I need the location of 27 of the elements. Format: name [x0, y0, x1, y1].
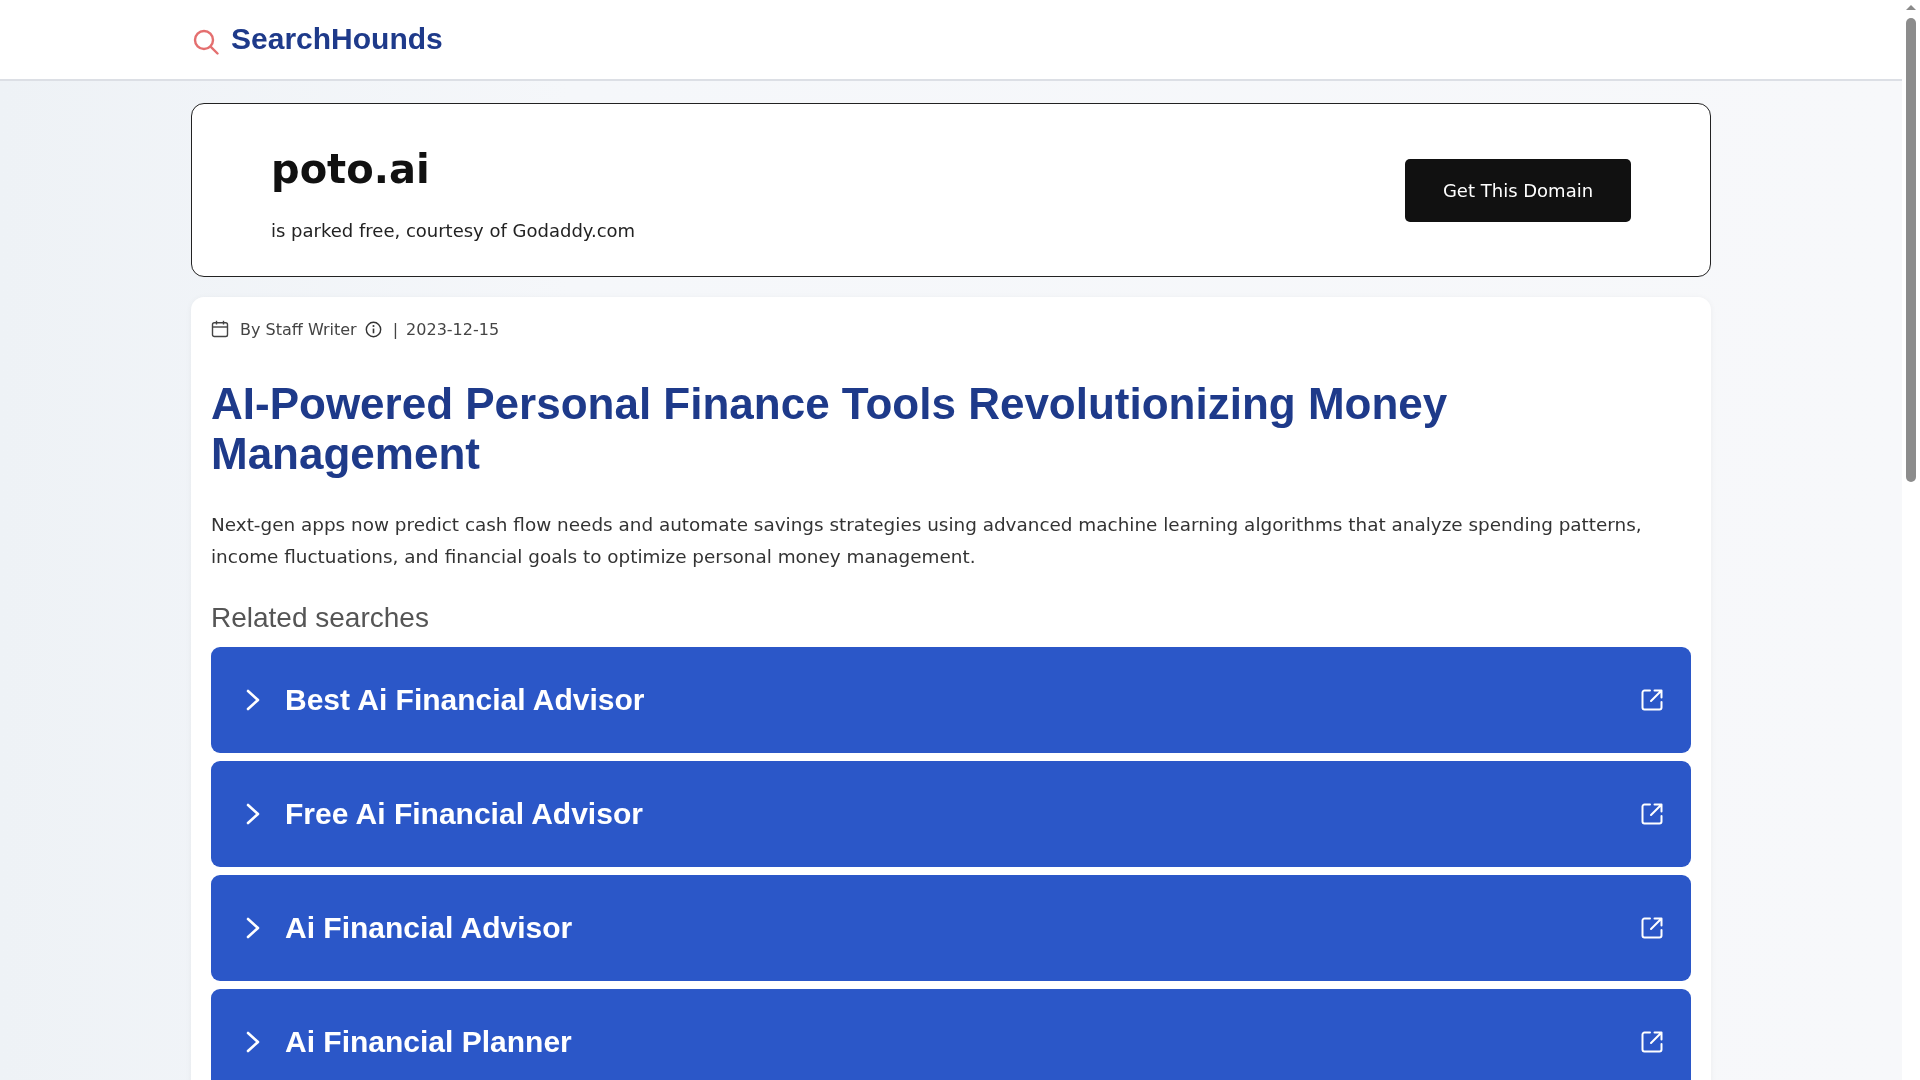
- publish-date: 2023-12-15: [406, 319, 500, 339]
- related-search-link[interactable]: Free Ai Financial Advisor: [211, 761, 1691, 867]
- external-link-icon: [1640, 1030, 1664, 1054]
- author-name: By Staff Writer: [240, 319, 357, 339]
- external-link-icon: [1640, 802, 1664, 826]
- scrollbar-thumb[interactable]: [1906, 18, 1916, 482]
- chevron-right-icon: [246, 1031, 260, 1053]
- external-link-icon: [1640, 688, 1664, 712]
- article-summary: Next-gen apps now predict cash flow needs and automate savings strategies using advanced machine learning algorithms that analyze spending patterns, income fluctuations, and financial goals to optimize personal money management.: [211, 513, 1643, 569]
- info-icon: [364, 320, 382, 338]
- external-link-icon: [1640, 916, 1664, 940]
- get-domain-button[interactable]: Get This Domain: [1405, 158, 1631, 222]
- article-title: AI-Powered Personal Finance Tools Revolutionizing Money Management: [211, 379, 1449, 479]
- scroll-up-icon[interactable]: [1906, 5, 1916, 10]
- chevron-right-icon: [246, 917, 260, 939]
- chevron-right-icon: [246, 689, 260, 711]
- domain-name: poto.ai: [271, 144, 430, 194]
- search-icon: [193, 28, 219, 55]
- related-search-link[interactable]: Ai Financial Advisor: [211, 875, 1691, 981]
- related-search-link[interactable]: Ai Financial Planner: [211, 989, 1691, 1080]
- related-searches-heading: Related searches: [211, 601, 430, 635]
- logo-link[interactable]: SearchHounds: [193, 21, 443, 56]
- meta-separator: |: [392, 319, 399, 339]
- parked-notice: is parked free, courtesy of Godaddy.com: [271, 218, 636, 243]
- related-search-link[interactable]: Best Ai Financial Advisor: [211, 647, 1691, 753]
- chevron-right-icon: [246, 803, 260, 825]
- calendar-icon: [211, 320, 229, 338]
